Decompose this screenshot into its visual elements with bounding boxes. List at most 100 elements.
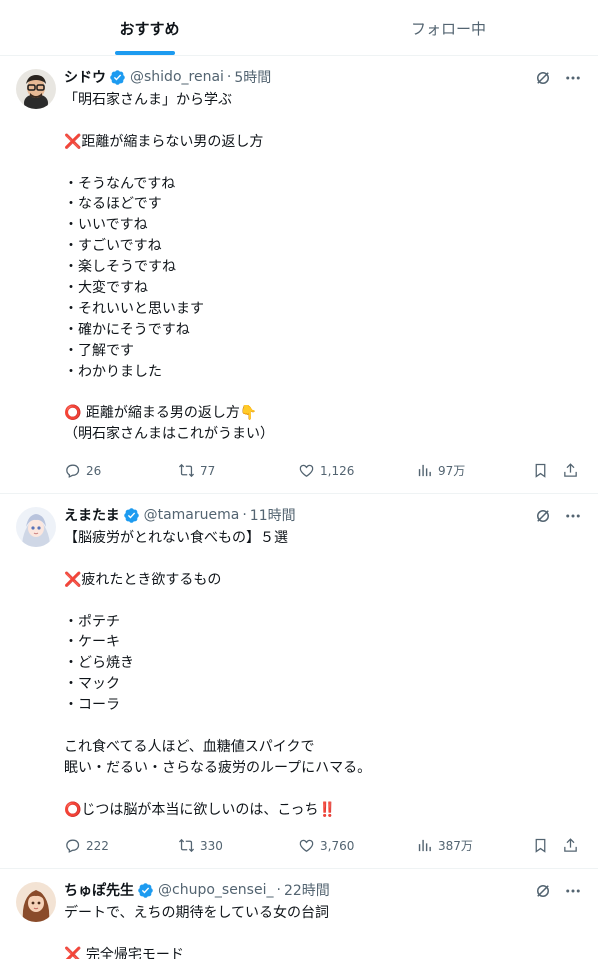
tab-recommended[interactable]: おすすめ (0, 0, 299, 56)
tweet-line: ・コーラ (64, 697, 120, 714)
tweet-line: ・ケーキ (64, 634, 120, 651)
tweet-line: ・どら焼き (64, 655, 134, 672)
avatar[interactable] (16, 882, 56, 922)
like-button[interactable]: 1,126 (298, 462, 354, 479)
tweet-line: ⭕じつは脳が本当に欲しいのは、こっち‼️ (64, 801, 336, 818)
author-handle[interactable]: @chupo_sensei_ (158, 882, 273, 898)
tweet-line: ・それいいと思います (64, 300, 204, 317)
tweet-header: シドウ @shido_renai · 5時間 (64, 67, 271, 87)
more-options-icon[interactable] (564, 507, 582, 525)
tweet[interactable]: えまたま @tamaruema · 11時間 【脳疲労がとれない食べもの】５選 … (0, 495, 598, 869)
bookmark-icon (535, 463, 546, 478)
reply-button[interactable]: 26 (64, 462, 101, 479)
share-button[interactable] (562, 837, 579, 854)
tweet-line: デートで、えちの期待をしている女の台詞 (64, 905, 330, 921)
tweet-line: ・いいですね (64, 217, 148, 234)
tweet-line (64, 382, 574, 403)
tweet-top-icons (534, 507, 582, 525)
retweet-button[interactable]: 330 (178, 837, 223, 854)
like-count: 3,760 (320, 838, 355, 853)
share-icon (564, 463, 577, 477)
tweet-line (64, 716, 574, 737)
timestamp[interactable]: 11時間 (250, 505, 296, 525)
tweet-line (64, 779, 574, 800)
heart-icon (299, 839, 314, 852)
tweet-line: ・わかりました (64, 363, 162, 380)
separator-dot: · (226, 69, 232, 85)
author-handle[interactable]: @shido_renai (130, 69, 224, 85)
tweet-line: ・なるほどです (64, 196, 162, 213)
retweet-icon (178, 463, 195, 478)
tweet-line: 眠い・だるい・さらなる疲労のループにハマる。 (64, 759, 372, 776)
separator-dot: · (242, 507, 247, 523)
views-button[interactable]: 97万 (416, 462, 465, 479)
retweet-icon (178, 838, 195, 853)
view-count: 97万 (438, 464, 466, 478)
tweet[interactable]: ちゅぽ先生 @chupo_sensei_ · 22時間 デートで、えちの期待をし… (0, 870, 598, 959)
active-tab-indicator (115, 51, 175, 55)
grok-icon[interactable] (534, 69, 552, 87)
bookmark-icon (535, 838, 546, 853)
tweet-line (64, 153, 574, 174)
tweet-actions: 26 77 1,126 97万 (64, 462, 582, 482)
author-name[interactable]: シドウ (64, 67, 106, 87)
tweet-line: ⭕ 距離が縮まる男の返し方👇 (64, 405, 258, 422)
views-button[interactable]: 387万 (416, 837, 473, 854)
author-name[interactable]: えまたま (64, 505, 120, 525)
tweet-line: ❌ 完全帰宅モード (64, 946, 184, 959)
grok-icon[interactable] (534, 882, 552, 900)
tweet-text: デートで、えちの期待をしている女の台詞 ❌ 完全帰宅モード (64, 903, 574, 959)
tweet-top-icons (534, 882, 582, 900)
retweet-count: 330 (200, 838, 223, 853)
tweet-header: ちゅぽ先生 @chupo_sensei_ · 22時間 (64, 880, 330, 900)
reply-button[interactable]: 222 (64, 837, 109, 854)
views-chart-icon (418, 464, 431, 477)
tweet-line (64, 111, 574, 132)
like-button[interactable]: 3,760 (298, 837, 354, 854)
avatar[interactable] (16, 507, 56, 547)
tweet-line: ・大変ですね (64, 280, 148, 297)
tweet-header: えまたま @tamaruema · 11時間 (64, 505, 296, 525)
tweet-line: ・確かにそうですね (64, 321, 190, 338)
timestamp[interactable]: 22時間 (284, 880, 330, 900)
share-button[interactable] (562, 462, 579, 479)
retweet-button[interactable]: 77 (178, 462, 215, 479)
tweet-line: ・ポテチ (64, 613, 120, 630)
grok-icon[interactable] (534, 507, 552, 525)
like-count: 1,126 (320, 463, 355, 478)
avatar[interactable] (16, 69, 56, 109)
timestamp[interactable]: 5時間 (234, 67, 271, 87)
timeline-tabs: おすすめ フォロー中 (0, 0, 598, 56)
bookmark-button[interactable] (532, 837, 549, 854)
tweet-line: 【脳疲労がとれない食べもの】５選 (64, 530, 288, 546)
views-chart-icon (418, 839, 431, 852)
tweet-line: （明石家さんまはこれがうまい） (64, 426, 274, 443)
tweet-line: ・了解です (64, 342, 134, 359)
verified-badge-icon (138, 882, 153, 898)
tweet-actions: 222 330 3,760 387万 (64, 837, 582, 857)
verified-badge-icon (110, 69, 125, 85)
tweet-line: 「明石家さんま」から学ぶ (64, 92, 232, 108)
author-handle[interactable]: @tamaruema (144, 507, 240, 523)
author-name[interactable]: ちゅぽ先生 (64, 880, 134, 900)
reply-count: 222 (86, 838, 109, 853)
reply-icon (66, 839, 80, 853)
tweet-line: ・楽しそうですね (64, 259, 176, 276)
tweet-line (64, 924, 574, 945)
tweet-line: ・すごいですね (64, 238, 162, 255)
more-options-icon[interactable] (564, 69, 582, 87)
tweet[interactable]: シドウ @shido_renai · 5時間 「明石家さんま」から学ぶ ❌距離が… (0, 57, 598, 494)
reply-icon (66, 464, 80, 478)
share-icon (564, 838, 577, 852)
tweet-top-icons (534, 69, 582, 87)
view-count: 387万 (438, 839, 473, 853)
verified-badge-icon (123, 507, 139, 523)
tweet-line: ・マック (64, 676, 120, 693)
tab-following[interactable]: フォロー中 (299, 0, 598, 56)
tweet-line: ❌疲れたとき欲するもの (64, 571, 222, 588)
more-options-icon[interactable] (564, 882, 582, 900)
bookmark-button[interactable] (532, 462, 549, 479)
tweet-text: 【脳疲労がとれない食べもの】５選 ❌疲れたとき欲するもの ・ポテチ ・ケーキ ・… (64, 528, 574, 820)
tweet-line: これ食べてる人ほど、血糖値スパイクで (64, 738, 315, 755)
heart-icon (299, 464, 314, 477)
